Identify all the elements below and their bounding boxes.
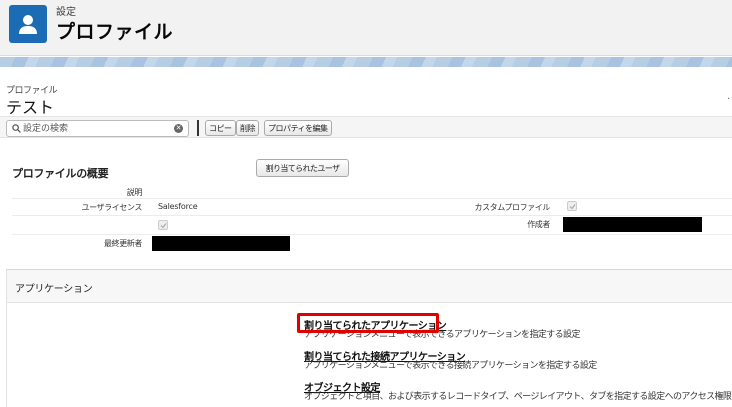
checkbox-field [158,220,168,230]
clear-search-icon[interactable]: ✕ [174,124,183,133]
assigned-users-button[interactable]: 割り当てられたユーザ [256,159,349,177]
checkmark-icon [569,204,576,210]
row-divider [12,215,732,216]
row-divider [12,234,732,235]
modified-by-label: 最終更新者 [104,239,142,248]
custom-profile-checkbox [567,201,577,211]
toolbar-separator [197,120,199,136]
modified-by-redacted [152,236,290,251]
decorative-banner [0,57,732,67]
user-license-label: ユーザライセンス [81,203,143,212]
help-dot: . [727,91,731,102]
applications-header: アプリケーション [7,270,732,303]
checkmark-icon [160,223,167,229]
profile-overview-heading: プロファイルの概要 [12,167,109,180]
custom-profile-label: カスタムプロファイル [474,203,550,212]
delete-button[interactable]: 削除 [236,120,259,136]
header-eyebrow: 設定 [56,7,76,18]
copy-button[interactable]: コピー [205,120,236,136]
highlight-box [297,313,439,333]
assigned-connected-apps-desc: アプリケーションメニューで表示できる接続アプリケーションを指定する設定 [304,361,597,371]
applications-title: アプリケーション [15,284,93,295]
description-label: 説明 [126,188,143,197]
created-by-label: 作成者 [527,220,550,229]
edit-properties-button[interactable]: プロパティを編集 [264,120,332,136]
page-title: プロファイル [56,21,174,43]
toolbar: ✕ コピー 削除 プロパティを編集 [0,116,732,138]
row-divider [12,198,732,199]
search-input[interactable] [23,122,163,135]
record-name: テスト [6,98,55,117]
search-icon [12,124,21,133]
user-profile-icon [9,5,47,43]
object-settings-desc: オブジェクトと項目、および表示するレコードタイプ、ページレイアウト、タブを指定す… [304,392,732,402]
search-box[interactable]: ✕ [6,120,189,137]
user-license-value: Salesforce [158,202,198,211]
page-header: 設定 プロファイル [0,0,732,56]
created-by-redacted [563,217,702,232]
